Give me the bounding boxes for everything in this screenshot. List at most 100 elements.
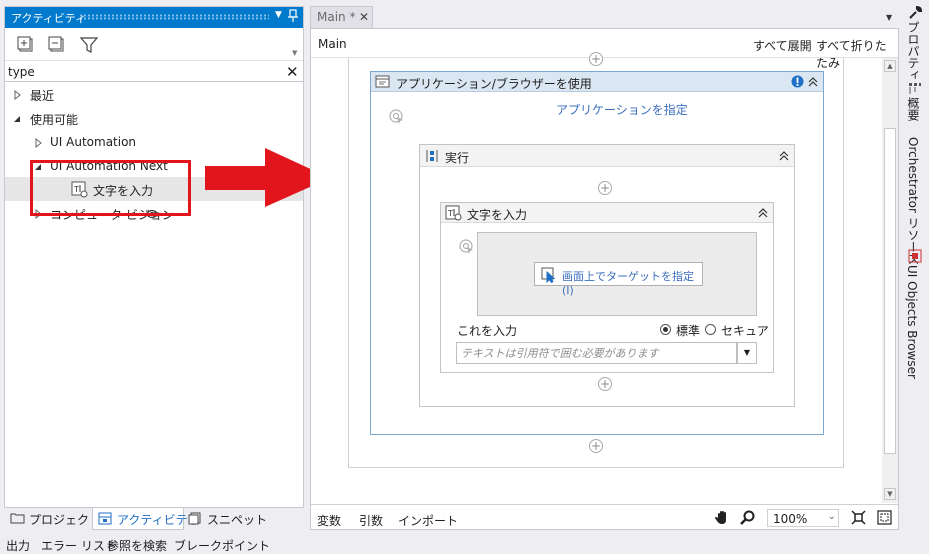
- collapse-icon[interactable]: [807, 76, 819, 88]
- tab-label: Main *: [317, 10, 356, 24]
- warning-icon[interactable]: [791, 75, 804, 88]
- tree-label: 使用可能: [30, 113, 79, 127]
- type-into-icon: T: [445, 205, 462, 221]
- breadcrumb[interactable]: Main: [318, 37, 347, 51]
- panel-title: アクティビティ: [11, 12, 87, 25]
- radio-secure-label: セキュア: [721, 324, 769, 338]
- indicate-application-link[interactable]: アプリケーションを指定: [556, 101, 688, 118]
- collapse-arrow-icon[interactable]: [13, 115, 21, 123]
- cursor-icon: [541, 267, 557, 283]
- overview-map-icon[interactable]: [877, 510, 892, 525]
- expand-all-link[interactable]: すべて展開: [753, 37, 812, 54]
- activity-header[interactable]: T 文字を入力: [441, 203, 773, 223]
- tab-label: アクティビティ: [117, 513, 199, 527]
- tab-breakpoints[interactable]: ブレークポイント: [174, 537, 270, 554]
- svg-text:T: T: [447, 209, 453, 218]
- tab-error-list[interactable]: エラー リスト: [41, 537, 117, 554]
- zoom-value: 100%: [773, 512, 808, 526]
- activity-search: ✕: [5, 62, 303, 82]
- tab-main[interactable]: Main * ✕: [310, 6, 373, 28]
- clear-icon[interactable]: ✕: [286, 63, 299, 81]
- chevron-down-icon: ⌄: [828, 512, 836, 522]
- ui-objects-icon: [908, 249, 922, 263]
- tab-label: スニペット: [207, 513, 268, 527]
- filter-icon[interactable]: [80, 36, 98, 54]
- close-icon[interactable]: ✕: [359, 10, 369, 24]
- drag-grip[interactable]: [79, 14, 269, 20]
- activities-icon: [98, 512, 112, 525]
- panel-titlebar[interactable]: アクティビティ ▼: [5, 7, 303, 28]
- activity-title: アプリケーション/ブラウザーを使用: [396, 77, 592, 91]
- target-preview-area: 画面上でターゲットを指定 (I): [477, 232, 757, 316]
- expand-arrow-icon[interactable]: [14, 90, 21, 100]
- add-activity-button[interactable]: +: [589, 52, 603, 66]
- radio-standard[interactable]: [660, 324, 671, 335]
- add-activity-button[interactable]: +: [598, 377, 612, 391]
- tab-label: プロジェクト: [29, 513, 102, 527]
- tab-find-references[interactable]: 参照を検索: [107, 537, 167, 554]
- expand-arrow-icon[interactable]: [35, 138, 42, 148]
- tab-activities[interactable]: アクティビティ: [92, 508, 199, 530]
- indicate-target-button[interactable]: 画面上でターゲットを指定 (I): [534, 262, 703, 297]
- application-icon: [375, 75, 390, 89]
- zoom-search-icon[interactable]: [740, 510, 755, 525]
- tab-outline[interactable]: 概要: [905, 97, 922, 121]
- expand-all-icon[interactable]: [17, 36, 35, 54]
- text-options-dropdown[interactable]: ▼: [737, 342, 757, 364]
- workflow-designer: Main すべて展開 すべて折りたたみ + アプリケーション/ブラウザーを使用 …: [310, 28, 899, 530]
- fit-to-screen-icon[interactable]: [851, 510, 866, 525]
- outline-icon: [908, 81, 922, 95]
- text-to-type-input[interactable]: [456, 342, 737, 364]
- tree-label: 最近: [30, 89, 55, 103]
- snippet-icon: [188, 512, 201, 525]
- activity-title: 実行: [445, 151, 470, 165]
- type-into-activity[interactable]: T 文字を入力 画面上でターゲットを指定 (I) これを入力 標準 セキュア テ…: [440, 202, 774, 373]
- scroll-down-icon[interactable]: ▼: [884, 488, 896, 500]
- document-list-icon[interactable]: ▼: [886, 13, 892, 22]
- search-input[interactable]: [8, 64, 278, 80]
- activity-header[interactable]: アプリケーション/ブラウザーを使用: [371, 72, 823, 92]
- target-icon[interactable]: [389, 109, 405, 125]
- collapse-icon[interactable]: [778, 150, 790, 162]
- overflow-icon[interactable]: ▼: [292, 49, 297, 57]
- sequence-icon: [425, 149, 439, 163]
- arguments-tab[interactable]: 引数: [359, 512, 383, 529]
- indicate-target-label: 画面上でターゲットを指定 (I): [562, 270, 694, 297]
- tree-label: UI Automation: [50, 135, 137, 149]
- do-sequence[interactable]: 実行 + T 文字を入力 画面上でターゲットを指定 (I) これを入力 標準 セ…: [419, 144, 795, 407]
- radio-standard-label: 標準: [676, 324, 701, 338]
- hand-pan-icon[interactable]: [714, 509, 731, 526]
- tab-ui-objects-browser[interactable]: UI Objects Browser: [905, 265, 919, 379]
- target-icon[interactable]: [459, 239, 475, 255]
- tree-item-recent[interactable]: 最近: [5, 84, 303, 106]
- tab-orchestrator-resources[interactable]: Orchestrator リソース: [905, 137, 922, 265]
- vertical-scrollbar[interactable]: ▲ ▼: [882, 58, 898, 503]
- use-application-browser-activity[interactable]: アプリケーション/ブラウザーを使用 アプリケーションを指定 実行 + T 文字を…: [370, 71, 824, 435]
- activity-title: 文字を入力: [467, 208, 528, 222]
- panel-menu-icon[interactable]: ▼: [275, 10, 282, 20]
- variables-tab[interactable]: 変数: [317, 512, 341, 529]
- left-panel-tabs: プロジェクト アクティビティ スニペット: [4, 508, 304, 530]
- folder-icon: [10, 512, 25, 524]
- scroll-up-icon[interactable]: ▲: [884, 60, 896, 72]
- tab-properties[interactable]: プロパティ: [905, 21, 922, 81]
- panel-toolbar: ▼: [5, 29, 303, 61]
- activity-header[interactable]: 実行: [420, 145, 794, 167]
- zoom-select[interactable]: 100% ⌄: [767, 509, 839, 527]
- radio-secure[interactable]: [705, 324, 716, 335]
- annotation-highlight-box: [30, 160, 191, 216]
- wrench-icon: [908, 6, 922, 20]
- bottom-panel-tabs: 出力 エラー リスト 参照を検索 ブレークポイント: [0, 533, 929, 553]
- collapse-all-icon[interactable]: [48, 36, 66, 54]
- activities-panel: アクティビティ ▼ ▼ ✕ 最近 使用可能: [4, 6, 304, 508]
- collapse-icon[interactable]: [757, 207, 769, 219]
- tree-item-available[interactable]: 使用可能: [5, 108, 303, 130]
- imports-tab[interactable]: インポート: [398, 512, 458, 529]
- scroll-thumb[interactable]: [884, 128, 896, 454]
- pin-icon[interactable]: [288, 9, 298, 23]
- add-activity-button[interactable]: +: [589, 439, 603, 453]
- tab-output[interactable]: 出力: [6, 537, 30, 554]
- add-activity-button[interactable]: +: [598, 181, 612, 195]
- radio-selected-dot: [663, 327, 668, 332]
- enter-text-label: これを入力: [457, 324, 518, 338]
